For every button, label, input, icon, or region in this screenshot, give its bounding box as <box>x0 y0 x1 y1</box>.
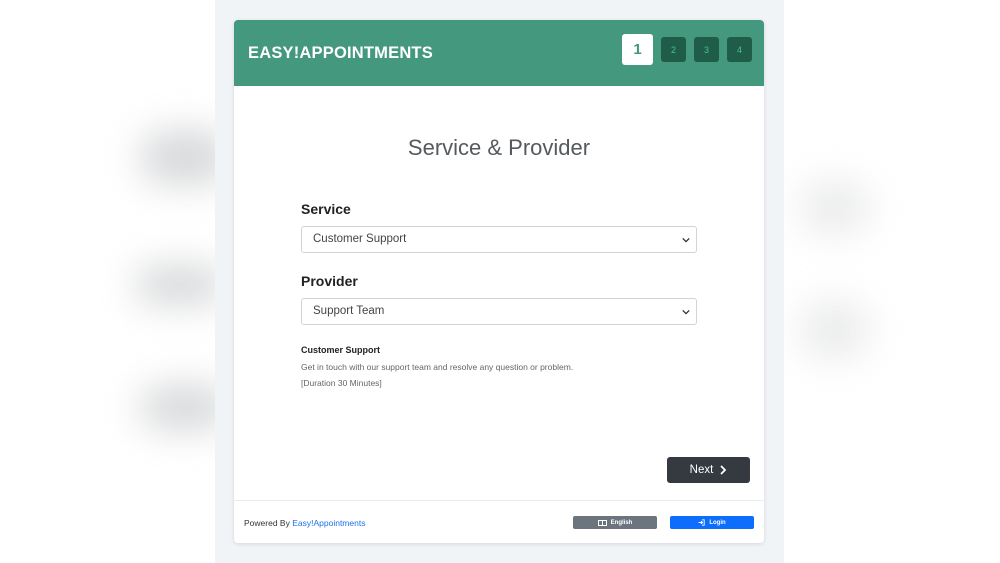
background-blur-shape <box>800 180 870 235</box>
provider-select-value: Support Team <box>313 305 385 317</box>
step-1[interactable]: 1 <box>622 34 653 65</box>
booking-wizard: EASY!APPOINTMENTS 1 2 3 4 Service & Prov… <box>234 20 764 543</box>
chevron-down-icon <box>682 237 690 243</box>
language-label: English <box>610 519 633 526</box>
powered-by-text: Powered By <box>244 518 290 528</box>
next-button-label: Next <box>689 464 714 476</box>
service-select-value: Customer Support <box>313 233 407 245</box>
wizard-steps: 1 2 3 4 <box>622 34 752 65</box>
provider-select[interactable]: Support Team <box>301 298 697 325</box>
service-info-duration: [Duration 30 Minutes] <box>301 378 382 388</box>
step-3[interactable]: 3 <box>694 37 719 62</box>
chevron-down-icon <box>682 309 690 315</box>
login-label: Login <box>709 519 726 526</box>
background-blur-shape <box>135 265 225 305</box>
service-label: Service <box>301 201 351 217</box>
powered-by: Powered By Easy!Appointments <box>244 518 365 528</box>
login-button[interactable]: Login <box>670 516 754 529</box>
chevron-right-icon <box>720 465 727 475</box>
next-button[interactable]: Next <box>667 457 750 483</box>
easyappointments-link[interactable]: Easy!Appointments <box>292 518 365 528</box>
background-right-panel <box>784 0 1000 563</box>
wizard-footer: Powered By Easy!Appointments English Log… <box>234 500 764 543</box>
step-4[interactable]: 4 <box>727 37 752 62</box>
service-select[interactable]: Customer Support <box>301 226 697 253</box>
step-2[interactable]: 2 <box>661 37 686 62</box>
page-title: Service & Provider <box>407 135 591 160</box>
language-button[interactable]: English <box>573 516 657 529</box>
service-info-name: Customer Support <box>301 345 381 355</box>
language-icon <box>597 519 607 526</box>
background-blur-shape <box>800 300 870 360</box>
brand-title: EASY!APPOINTMENTS <box>248 44 433 62</box>
provider-label: Provider <box>301 273 358 289</box>
sign-in-icon <box>698 519 705 526</box>
wizard-header: EASY!APPOINTMENTS 1 2 3 4 <box>234 20 764 86</box>
service-info-description: Get in touch with our support team and r… <box>301 362 574 372</box>
